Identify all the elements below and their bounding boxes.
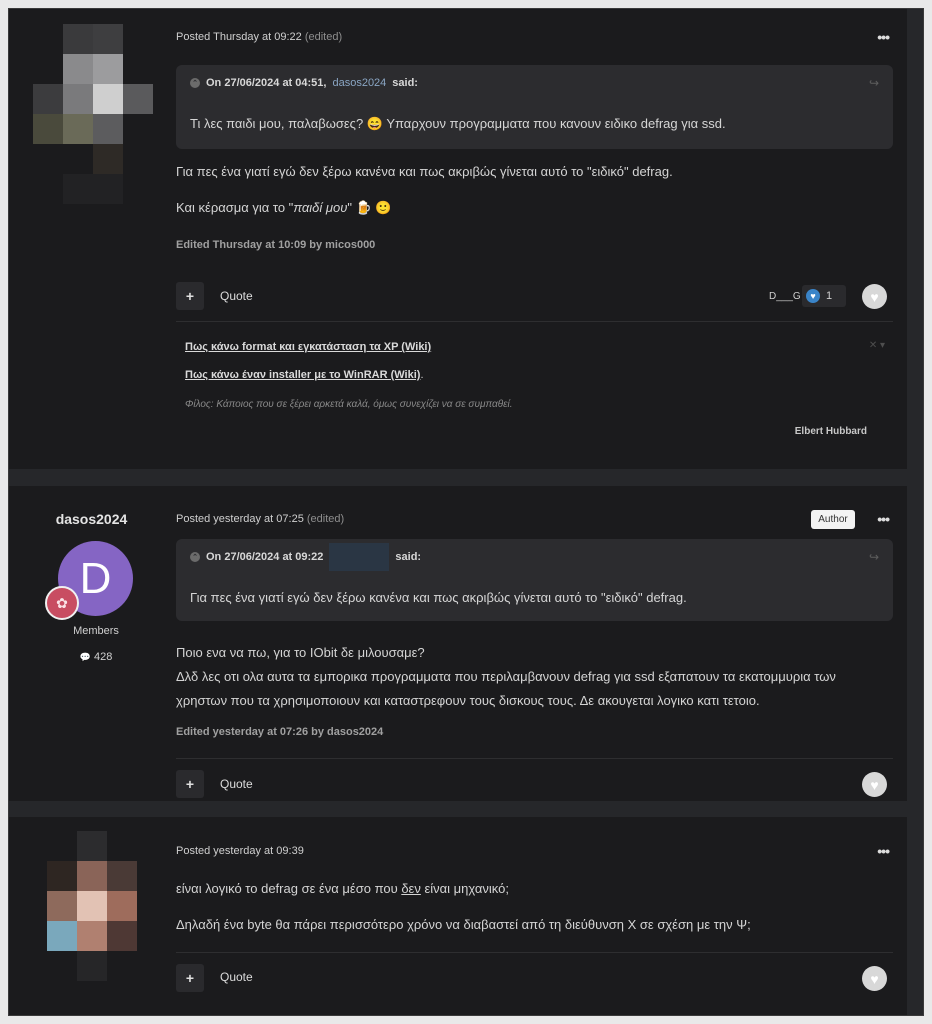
edited-note: Edited yesterday at 07:26 by dasos2024 (176, 726, 384, 738)
text-span: " 🍺 🙂 (347, 200, 392, 215)
like-icon[interactable]: ♥ (862, 966, 887, 991)
post-date: Posted yesterday at 07:25 (edited) (176, 513, 344, 525)
quote-author-link[interactable]: dasos2024 (332, 77, 386, 89)
hide-signature-icon[interactable]: ✕ ▾ (869, 340, 885, 351)
more-options-icon[interactable]: ••• (877, 843, 890, 859)
signature-line-2: Πως κάνω έναν installer με το WinRAR (Wi… (185, 369, 424, 381)
post: dasos2024 D ✿ Members 💬 428 Posted yeste… (9, 486, 907, 801)
text-span: Και κέρασμα για το " (176, 200, 294, 215)
quote-block: ⌃ On 27/06/2024 at 04:51, dasos2024 said… (176, 65, 893, 149)
share-icon[interactable]: ↪ (869, 550, 879, 564)
collapse-quote-icon[interactable]: ⌃ (190, 552, 200, 562)
multiquote-button[interactable]: + (176, 282, 204, 310)
edited-tag[interactable]: (edited) (305, 31, 342, 43)
more-options-icon[interactable]: ••• (877, 511, 890, 527)
text-span: είναι λογικό το defrag σε ένα μέσο που (176, 881, 402, 896)
post-paragraph: είναι λογικό το defrag σε ένα μέσο που δ… (176, 877, 751, 901)
post-paragraph: Για πες ένα γιατί εγώ δεν ξέρω κανένα κα… (176, 164, 673, 179)
topic-feed: Posted Thursday at 09:22 (edited) ••• ⌃ … (8, 8, 924, 1016)
quote-said: said: (395, 551, 422, 563)
quote-citation: On 27/06/2024 at 04:51, (206, 77, 327, 89)
quote-block: ⌃ On 27/06/2024 at 09:22 said: ↪ Για πες… (176, 539, 893, 621)
member-group: Members (73, 625, 119, 637)
reaction-summary[interactable]: ♥ 1 (802, 285, 846, 307)
avatar[interactable] (47, 831, 137, 981)
avatar[interactable] (33, 24, 153, 204)
post-date-text[interactable]: Posted Thursday at 09:22 (176, 31, 302, 43)
post-paragraph: χρηστων που τα χρησιμοποιουν και καταστρ… (176, 693, 760, 708)
signature-quote-author: Elbert Hubbard (794, 426, 867, 437)
post-paragraph: Ποιο ενα να πω, για το IObit δε μιλουσαμ… (176, 645, 425, 660)
post-date-text[interactable]: Posted yesterday at 09:39 (176, 845, 304, 857)
post-date-text[interactable]: Posted yesterday at 07:25 (176, 513, 304, 525)
divider (176, 758, 893, 759)
divider (176, 952, 893, 953)
post-date: Posted Thursday at 09:22 (edited) (176, 31, 342, 43)
text-underline: δεν (401, 881, 421, 896)
divider (176, 321, 893, 322)
post-content: είναι λογικό το defrag σε ένα μέσο που δ… (176, 877, 751, 937)
post-count: 💬 428 (9, 651, 183, 663)
quote-header: ⌃ On 27/06/2024 at 04:51, dasos2024 said… (190, 77, 418, 89)
edited-tag[interactable]: (edited) (307, 513, 344, 525)
quote-button[interactable]: Quote (220, 777, 253, 791)
quote-text: Τι λες παιδι μου, παλαβωσες? 😄 Υπαρχουν … (190, 116, 726, 131)
redacted-author (329, 543, 390, 571)
post-content: Ποιο ενα να πω, για το IObit δε μιλουσαμ… (176, 641, 836, 713)
signature-quote: Φίλος: Κάποιος που σε ξέρει αρκετά καλά,… (185, 399, 513, 410)
quote-header: ⌃ On 27/06/2024 at 09:22 said: (190, 543, 422, 571)
edited-note: Edited Thursday at 10:09 by micos000 (176, 239, 376, 251)
like-icon[interactable]: ♥ (862, 284, 887, 309)
post-content: Για πες ένα γιατί εγώ δεν ξέρω κανένα κα… (176, 160, 673, 220)
reaction-count: 1 (826, 290, 833, 302)
author-badge: Author (811, 510, 855, 529)
heart-reaction-icon: ♥ (806, 289, 820, 303)
post: Posted Thursday at 09:22 (edited) ••• ⌃ … (9, 9, 907, 469)
reaction-user[interactable]: D___G (769, 291, 801, 302)
post-count-value: 428 (93, 651, 113, 663)
more-options-icon[interactable]: ••• (877, 29, 890, 45)
quote-button[interactable]: Quote (220, 970, 253, 984)
comment-icon: 💬 (79, 652, 91, 662)
post-paragraph: Και κέρασμα για το "παιδί μου" 🍺 🙂 (176, 196, 673, 220)
post-paragraph: Δηλαδή ένα byte θα πάρει περισσότερο χρό… (176, 917, 751, 932)
like-icon[interactable]: ♥ (862, 772, 887, 797)
signature-link-1[interactable]: Πως κάνω format και εγκατάσταση τα XP (W… (185, 341, 431, 353)
signature-link-2[interactable]: Πως κάνω έναν installer με το WinRAR (Wi… (185, 369, 420, 381)
text-span: είναι μηχανικό; (420, 881, 509, 896)
rank-badge-icon: ✿ (45, 586, 79, 620)
multiquote-button[interactable]: + (176, 770, 204, 798)
signature-punct: . (420, 369, 424, 381)
author-username[interactable]: dasos2024 (9, 511, 174, 527)
quote-said: said: (392, 77, 418, 89)
multiquote-button[interactable]: + (176, 964, 204, 992)
quote-text: Για πες ένα γιατί εγώ δεν ξέρω κανένα κα… (190, 590, 687, 605)
share-icon[interactable]: ↪ (869, 76, 879, 90)
post-paragraph: Δλδ λες οτι ολα αυτα τα εμπορικα προγραμ… (176, 669, 836, 684)
quote-citation: On 27/06/2024 at 09:22 (206, 551, 324, 563)
quote-button[interactable]: Quote (220, 289, 253, 303)
post-date: Posted yesterday at 09:39 (176, 845, 304, 857)
post: Posted yesterday at 09:39 ••• είναι λογι… (9, 817, 907, 1015)
collapse-quote-icon[interactable]: ⌃ (190, 78, 200, 88)
text-italic: παιδί μου (293, 200, 348, 215)
